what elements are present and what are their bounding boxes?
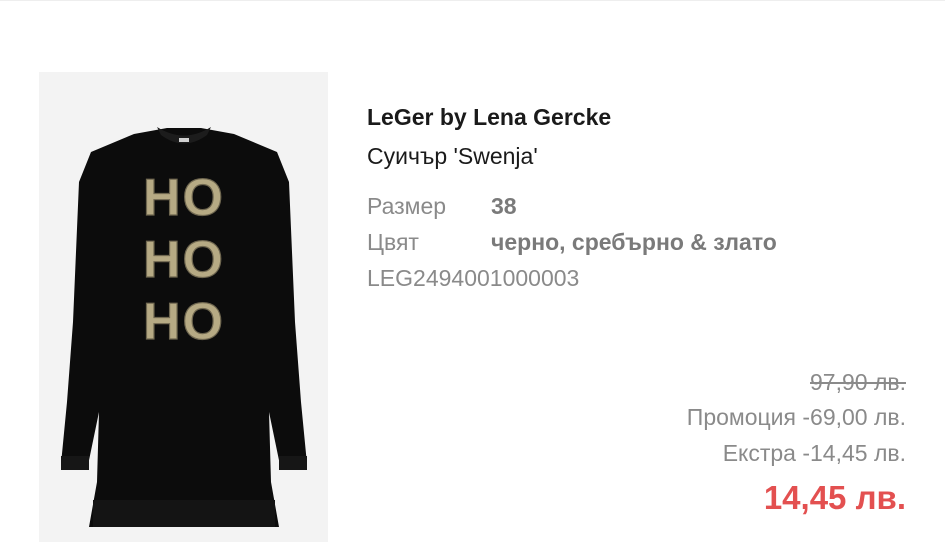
promotion-discount: Промоция -69,00 лв.	[686, 404, 906, 430]
original-price: 97,90 лв.	[810, 369, 906, 395]
top-divider	[0, 0, 945, 1]
print-line-1: HO	[143, 169, 225, 227]
right-cuff	[279, 456, 307, 470]
product-image[interactable]: HO HO HO	[39, 72, 328, 542]
product-brand[interactable]: LeGer by Lena Gercke	[367, 104, 611, 131]
product-name[interactable]: Суичър 'Swenja'	[367, 143, 538, 170]
size-label: Размер	[367, 193, 447, 219]
product-sku: LEG2494001000003	[367, 265, 580, 291]
extra-discount: Екстра -14,45 лв.	[722, 440, 906, 466]
color-label: Цвят	[367, 229, 419, 255]
print-line-3: HO	[143, 293, 225, 351]
sweatshirt-illustration: HO HO HO	[61, 127, 307, 527]
color-value: черно, сребърно & злато	[491, 229, 777, 255]
final-price: 14,45 лв.	[763, 479, 906, 516]
print-line-2: HO	[143, 231, 225, 289]
size-value: 38	[491, 193, 517, 219]
label-tag	[179, 138, 189, 142]
left-cuff	[61, 456, 89, 470]
hem	[93, 500, 275, 527]
